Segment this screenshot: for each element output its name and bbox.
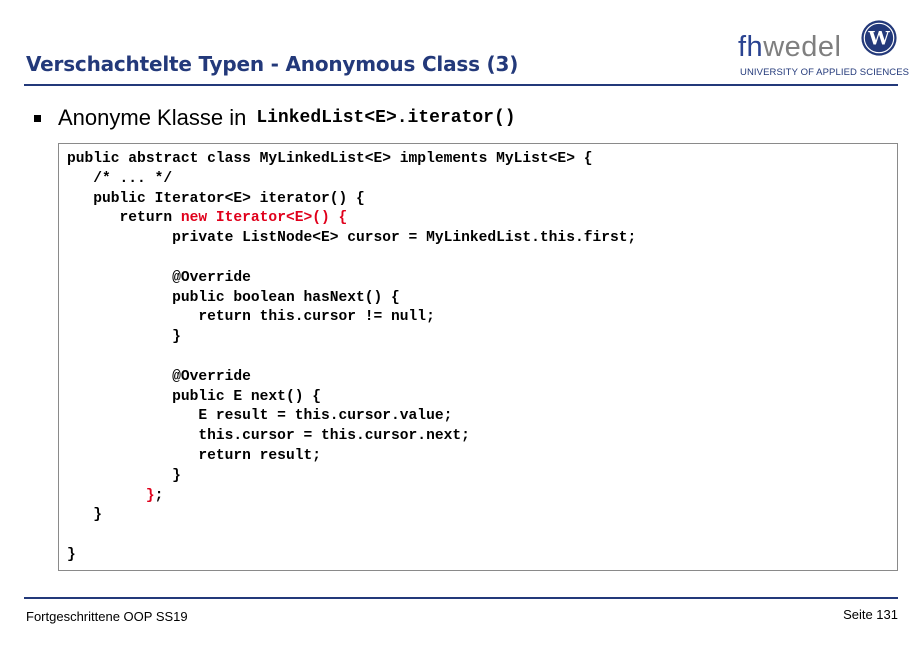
code-line: private ListNode<E> cursor = MyLinkedLis… — [67, 229, 636, 249]
logo-subtitle: UNIVERSITY OF APPLIED SCIENCES — [740, 67, 910, 78]
code-token: this.cursor = this.cursor.next; — [67, 428, 470, 445]
code-token: private ListNode<E> cursor = MyLinkedLis… — [67, 230, 637, 247]
footer-page-number: Seite 131 — [843, 607, 898, 622]
footer-course: Fortgeschrittene OOP SS19 — [26, 609, 188, 624]
square-bullet-icon — [34, 114, 41, 122]
code-line: } — [67, 546, 636, 566]
seal-letter: W — [867, 28, 890, 50]
code-line: } — [67, 467, 636, 487]
slide-title: Verschachtelte Typen - Anonymous Class (… — [26, 52, 519, 76]
code-line: this.cursor = this.cursor.next; — [67, 427, 636, 447]
code-line: public boolean hasNext() { — [67, 289, 636, 309]
code-token: E result = this.cursor.value; — [67, 408, 453, 425]
code-line: } — [67, 506, 636, 526]
fh-wedel-logo: fhwedel W UNIVERSITY OF APPLIED SCIENCES — [738, 17, 909, 78]
bullet-code: LinkedList<E>.iterator() — [256, 108, 516, 128]
code-line: E result = this.cursor.value; — [67, 407, 636, 427]
title-divider — [24, 84, 898, 86]
code-token: return — [67, 210, 181, 227]
code-line: public Iterator<E> iterator() { — [67, 190, 636, 210]
code-token-highlighted: } — [145, 487, 155, 504]
code-token: /* ... */ — [67, 170, 173, 187]
code-line: } — [67, 328, 636, 348]
code-token: public Iterator<E> iterator() { — [67, 190, 365, 207]
code-token: return this.cursor != null; — [67, 309, 435, 326]
code-token: public boolean hasNext() { — [67, 289, 400, 306]
code-line: return this.cursor != null; — [67, 308, 636, 328]
logo-word-wedel: wedel — [763, 31, 842, 63]
code-line: @Override — [67, 368, 636, 388]
code-lines: public abstract class MyLinkedList<E> im… — [67, 150, 636, 566]
code-token: @Override — [67, 368, 251, 385]
code-line: return result; — [67, 447, 636, 467]
code-token: public E next() { — [67, 388, 321, 405]
code-line: public E next() { — [67, 388, 636, 408]
code-token: } — [67, 329, 181, 346]
logo-wordmark: fhwedel — [738, 31, 841, 64]
code-line: @Override — [67, 269, 636, 289]
code-token: public abstract class MyLinkedList<E> im… — [67, 151, 593, 167]
code-token: } — [67, 467, 181, 484]
code-line: }; — [67, 487, 636, 507]
code-line: return new Iterator<E>() { — [67, 209, 636, 229]
footer-divider — [24, 597, 898, 599]
bullet-text: Anonyme Klasse in — [58, 105, 247, 130]
code-line: public abstract class MyLinkedList<E> im… — [67, 150, 636, 170]
code-token: ; — [154, 487, 164, 504]
code-token: } — [67, 507, 103, 524]
code-token: return result; — [67, 447, 321, 464]
code-token: @Override — [67, 269, 251, 286]
code-block: public abstract class MyLinkedList<E> im… — [58, 143, 898, 571]
university-seal-icon: W — [861, 20, 897, 56]
code-line: /* ... */ — [67, 170, 636, 190]
code-token: } — [67, 546, 76, 563]
logo-word-fh: fh — [738, 31, 764, 63]
bullet-item: Anonyme Klasse in LinkedList<E>.iterator… — [34, 104, 516, 132]
code-token-highlighted: new Iterator<E>() { — [180, 210, 348, 227]
